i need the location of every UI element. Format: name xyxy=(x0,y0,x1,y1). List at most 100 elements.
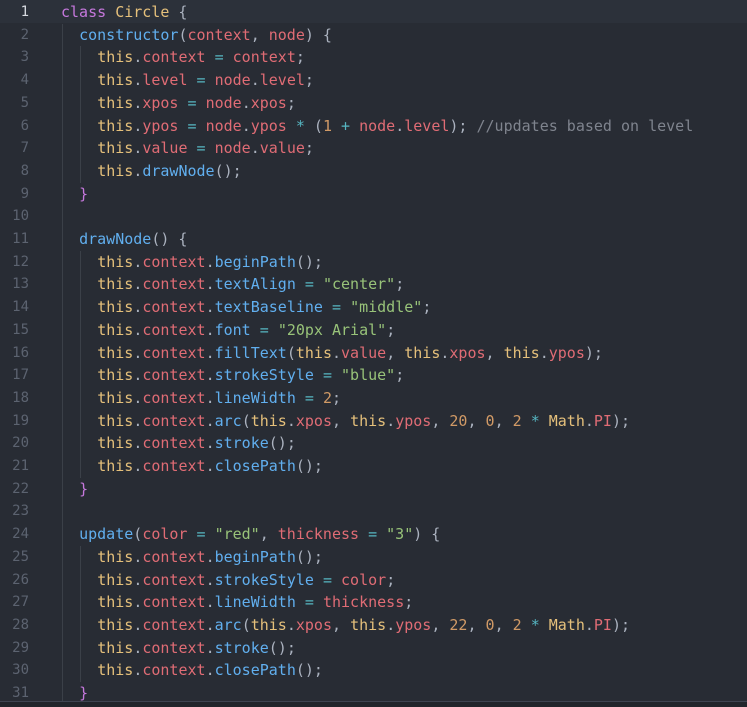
line-number: 9 xyxy=(20,185,29,202)
code-token: . xyxy=(205,366,215,385)
code-token: . xyxy=(386,615,396,634)
code-token: strokeStyle xyxy=(214,366,314,385)
code-line: this.context.fillText(this.value, this.x… xyxy=(97,342,603,365)
code-token: ypos xyxy=(142,116,179,135)
code-token: . xyxy=(133,638,143,657)
code-token: xpos xyxy=(449,343,486,362)
code-token: class xyxy=(61,3,107,21)
code-token: update xyxy=(79,525,134,544)
code-token: arc xyxy=(214,411,242,430)
line-number: 3 xyxy=(20,49,29,66)
code-token: , xyxy=(485,343,504,362)
code-token: . xyxy=(133,320,143,339)
horizontal-scrollbar[interactable] xyxy=(0,701,747,707)
code-token: 0 xyxy=(485,411,495,430)
code-token: . xyxy=(133,93,143,112)
line-number: 18 xyxy=(12,389,29,406)
code-token: node xyxy=(359,116,396,135)
line-number: 24 xyxy=(12,526,29,543)
code-token: . xyxy=(133,366,143,385)
code-token: , xyxy=(467,615,486,634)
code-token: textBaseline xyxy=(214,298,323,317)
code-line: this.context.arc(this.xpos, this.ypos, 2… xyxy=(97,614,630,637)
code-token: . xyxy=(584,411,594,430)
code-line: this.context.stroke(); xyxy=(97,637,296,660)
code-token: stroke xyxy=(214,638,269,657)
line-number-gutter[interactable]: 1 2 3 4 5 6 7 8 9 10 11 12 13 14 15 16 17 18 19 20 21 22 23 24 2… xyxy=(0,0,56,707)
code-token: . xyxy=(133,434,143,453)
code-token: context xyxy=(142,388,206,407)
code-line: this.context.textAlign = "center"; xyxy=(97,273,404,296)
line-number: 17 xyxy=(12,367,29,384)
code-token: closePath xyxy=(214,661,296,680)
code-token: lineWidth xyxy=(214,593,296,612)
line-number: 16 xyxy=(12,344,29,361)
line-number: 29 xyxy=(12,639,29,656)
code-token: "20px Arial" xyxy=(277,320,387,339)
code-token: (); xyxy=(295,252,323,271)
code-token: (); xyxy=(268,434,296,453)
code-token: . xyxy=(133,570,143,589)
line-number: 22 xyxy=(12,480,29,497)
code-token: level xyxy=(142,71,188,90)
code-token: . xyxy=(205,661,215,680)
code-token: this xyxy=(97,411,134,430)
code-token: . xyxy=(539,343,549,362)
code-token: ; xyxy=(332,388,342,407)
code-token: . xyxy=(286,615,296,634)
code-token: . xyxy=(241,116,251,135)
line-number: 7 xyxy=(20,140,29,157)
code-token: strokeStyle xyxy=(214,570,314,589)
code-token: context xyxy=(142,570,206,589)
code-token: , xyxy=(332,411,351,430)
code-token: this xyxy=(97,661,134,680)
code-token: , xyxy=(332,615,351,634)
code-line: this.context = context; xyxy=(97,46,305,69)
code-token: . xyxy=(133,139,143,158)
line-number: 5 xyxy=(20,94,29,111)
code-token: context xyxy=(187,25,251,44)
code-token: = xyxy=(196,139,206,158)
line-number: 26 xyxy=(12,571,29,588)
code-token: . xyxy=(332,343,342,362)
code-token: ( xyxy=(286,343,296,362)
code-token: arc xyxy=(214,615,242,634)
line-number: 21 xyxy=(12,458,29,474)
code-token: context xyxy=(232,48,296,67)
code-line: this.ypos = node.ypos * (1 + node.level)… xyxy=(97,115,693,138)
code-line: } xyxy=(79,183,88,206)
code-area[interactable]: class Circle {constructor(context, node)… xyxy=(61,0,747,707)
code-token: closePath xyxy=(214,457,296,475)
code-token: "middle" xyxy=(350,298,423,317)
code-token: { xyxy=(169,3,188,21)
code-token: 1 xyxy=(322,116,332,135)
code-token: this xyxy=(97,93,134,112)
code-token: 2 xyxy=(512,615,522,634)
code-token: . xyxy=(205,411,215,430)
code-token: context xyxy=(142,298,206,317)
code-editor[interactable]: 1 2 3 4 5 6 7 8 9 10 11 12 13 14 15 16 17 18 19 20 21 22 23 24 2… xyxy=(0,0,747,707)
code-token: 2 xyxy=(512,411,522,430)
code-token: context xyxy=(142,457,206,475)
code-token: lineWidth xyxy=(214,388,296,407)
code-token: ); xyxy=(584,343,603,362)
code-token: node xyxy=(214,139,251,158)
code-token: . xyxy=(205,252,215,271)
code-token: ; xyxy=(286,93,296,112)
code-token: . xyxy=(205,638,215,657)
code-token: font xyxy=(214,320,251,339)
code-token: . xyxy=(205,298,215,317)
code-token: + xyxy=(341,116,351,135)
code-token: ; xyxy=(304,139,314,158)
code-token: Math xyxy=(548,615,585,634)
line-number: 13 xyxy=(12,276,29,293)
code-token: (); xyxy=(295,457,323,475)
